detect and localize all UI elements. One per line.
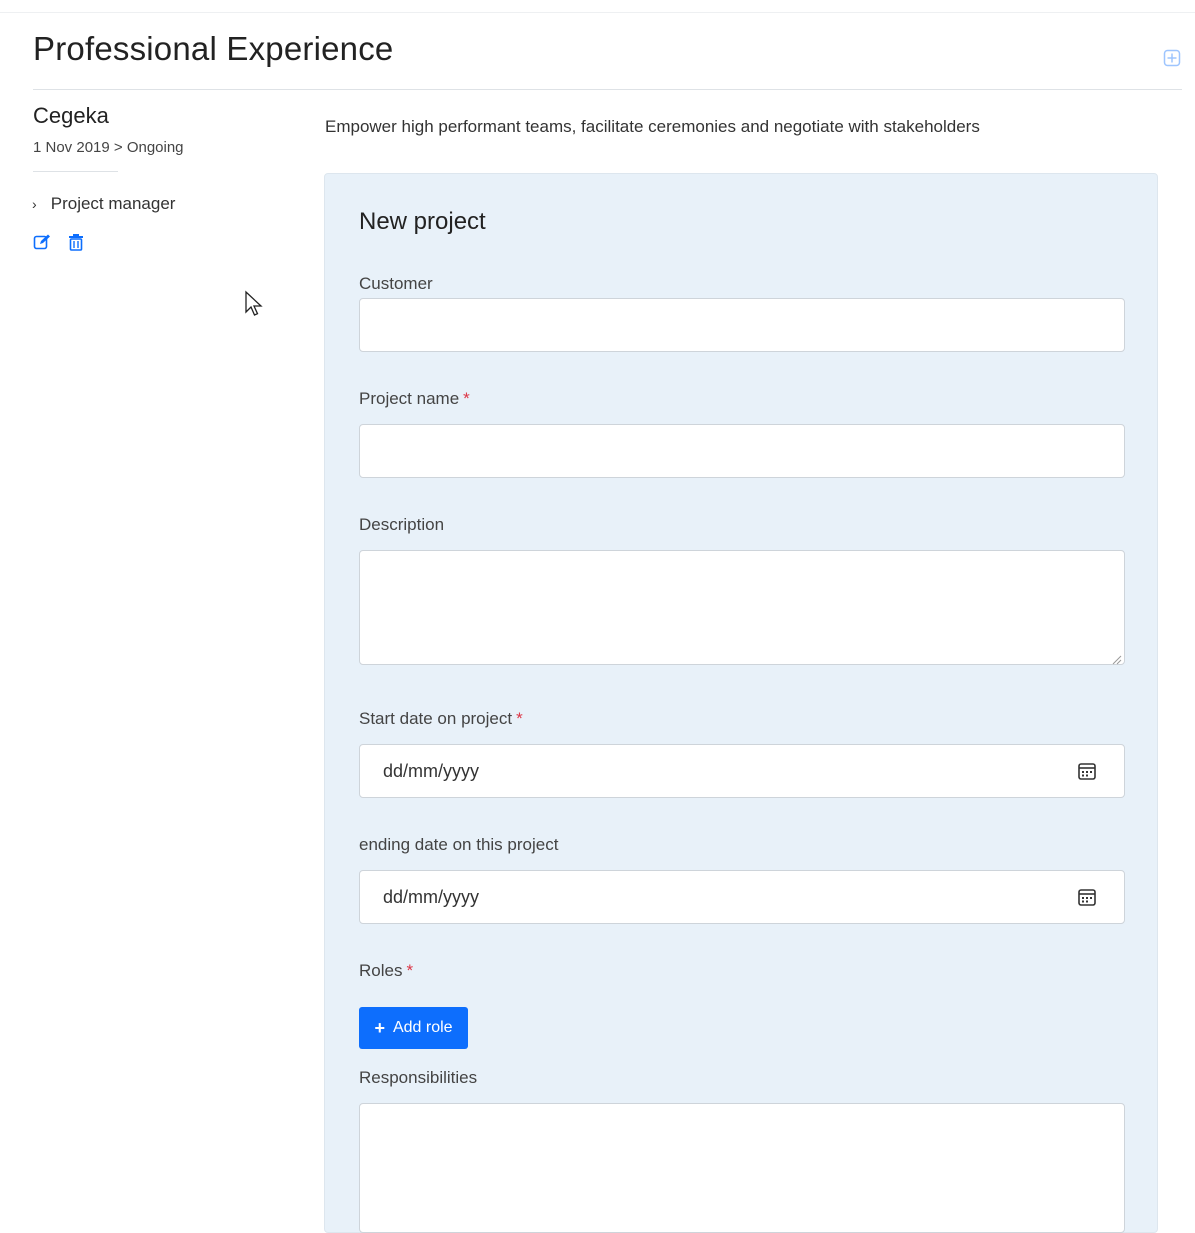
role-item-label: Project manager bbox=[50, 194, 176, 213]
project-name-label: Project name * bbox=[359, 389, 470, 408]
experience-actions bbox=[33, 233, 85, 251]
mouse-cursor-icon bbox=[244, 290, 264, 318]
required-marker: * bbox=[463, 389, 470, 408]
responsibilities-label: Responsibilities bbox=[359, 1068, 478, 1087]
date-placeholder: dd/mm/yyyy bbox=[383, 887, 480, 907]
description-textarea[interactable] bbox=[359, 550, 1125, 665]
required-marker: * bbox=[406, 961, 414, 980]
resize-handle-icon[interactable] bbox=[1112, 652, 1122, 665]
edit-icon[interactable] bbox=[33, 233, 51, 251]
customer-input[interactable] bbox=[359, 298, 1125, 352]
project-name-input[interactable] bbox=[359, 424, 1125, 478]
page-title: Professional Experience bbox=[33, 30, 394, 67]
start-date-label: Start date on project * bbox=[359, 709, 523, 728]
company-name: Cegeka bbox=[33, 103, 109, 128]
chevron-right-icon: › bbox=[32, 196, 37, 212]
employment-period: 1 Nov 2019 > Ongoing bbox=[33, 139, 184, 156]
job-description: Empower high performant teams, facilitat… bbox=[325, 117, 980, 136]
new-project-form: New project Customer Project name * Descr… bbox=[324, 173, 1158, 1233]
role-item-project-manager[interactable]: › Project manager bbox=[32, 194, 175, 214]
end-date-label: ending date on this project bbox=[359, 835, 559, 854]
add-role-label: Add role bbox=[392, 1019, 453, 1036]
title-divider bbox=[33, 89, 1182, 90]
form-title: New project bbox=[359, 208, 486, 235]
calendar-icon[interactable] bbox=[1077, 761, 1097, 781]
trash-icon[interactable] bbox=[67, 233, 85, 251]
responsibilities-textarea[interactable] bbox=[359, 1103, 1125, 1233]
required-marker: * bbox=[516, 709, 523, 728]
date-placeholder: dd/mm/yyyy bbox=[383, 761, 480, 781]
end-date-input[interactable]: dd/mm/yyyy bbox=[359, 870, 1125, 924]
add-role-button[interactable]: + Add role bbox=[359, 1007, 468, 1049]
start-date-input[interactable]: dd/mm/yyyy bbox=[359, 744, 1125, 798]
expand-icon[interactable] bbox=[1163, 49, 1181, 67]
customer-label: Customer bbox=[359, 274, 433, 293]
plus-icon: + bbox=[374, 1018, 385, 1038]
roles-label: Roles * bbox=[359, 961, 414, 980]
top-divider bbox=[0, 12, 1195, 13]
description-label: Description bbox=[359, 515, 445, 534]
calendar-icon[interactable] bbox=[1077, 887, 1097, 907]
sidebar-divider bbox=[33, 171, 118, 172]
